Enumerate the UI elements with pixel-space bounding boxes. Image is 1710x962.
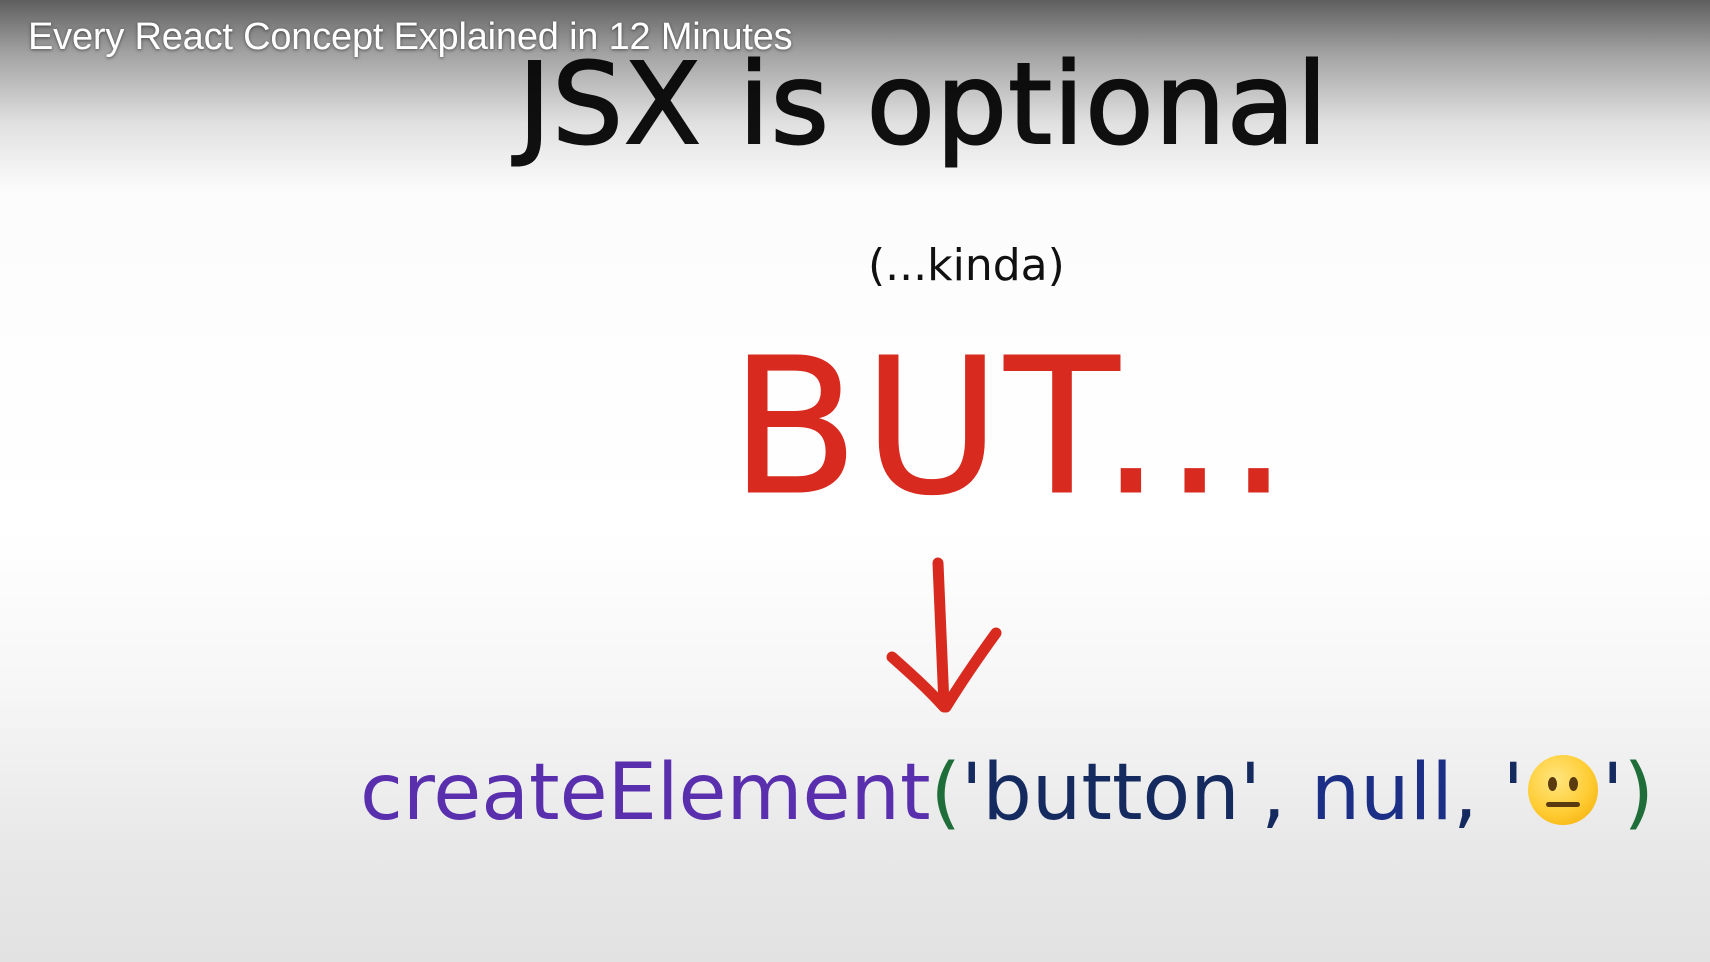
slide-subheading: (...kinda)	[868, 240, 1065, 291]
code-close-paren: )	[1623, 748, 1654, 838]
down-arrow-icon	[886, 557, 1002, 713]
code-snippet: createElement('button', null, ' ')	[360, 748, 1654, 838]
code-quote-open: '	[1502, 748, 1524, 838]
neutral-face-emoji-icon	[1527, 755, 1598, 825]
code-comma: ,	[1261, 748, 1286, 838]
emphasis-text: BUT...	[729, 318, 1293, 538]
code-open-paren: (	[930, 748, 961, 838]
code-function-name: createElement	[360, 748, 931, 838]
code-arg-null: null	[1310, 748, 1453, 838]
code-arg-button: 'button'	[960, 748, 1262, 838]
slide-heading: JSX is optional	[517, 39, 1329, 171]
code-quote-close: '	[1601, 748, 1624, 838]
video-title-link[interactable]: Every React Concept Explained in 12 Minu…	[28, 16, 793, 59]
code-comma: ,	[1452, 748, 1478, 838]
video-player[interactable]: JSX is optional (...kinda) BUT... create…	[0, 0, 1710, 962]
